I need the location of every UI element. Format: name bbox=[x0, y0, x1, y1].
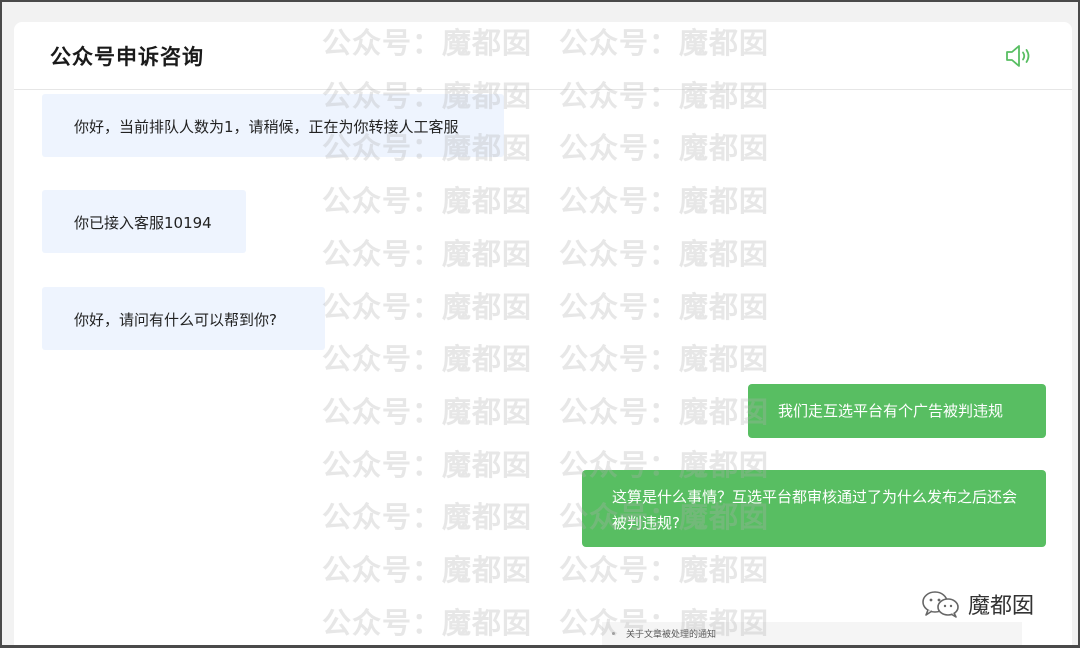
outgoing-message: 这算是什么事情？互选平台都审核通过了为什么发布之后还会被判违规? bbox=[582, 470, 1046, 547]
incoming-message: 你好，当前排队人数为1，请稍候，正在为你转接人工客服 bbox=[42, 94, 504, 157]
message-text: 你已接入客服10194 bbox=[74, 214, 212, 232]
speaker-icon[interactable] bbox=[1004, 43, 1034, 69]
notice-text: 关于文章被处理的通知 bbox=[626, 630, 717, 640]
message-text: 你好，当前排队人数为1，请稍候，正在为你转接人工客服 bbox=[74, 118, 459, 136]
outgoing-message: 我们走互选平台有个广告被判违规 bbox=[748, 384, 1046, 438]
page-title: 公众号申诉咨询 bbox=[50, 45, 204, 69]
chat-header: 公众号申诉咨询 bbox=[14, 22, 1072, 90]
brand-name: 魔都囡 bbox=[968, 594, 1035, 619]
screenshot-frame: 公众号申诉咨询 你好，当前排队人数为1，请稍候，正在为你转接人工客服 你已接入客… bbox=[0, 0, 1080, 648]
brand-watermark: 魔都囡 bbox=[920, 588, 1034, 620]
bullet-dot bbox=[612, 632, 615, 635]
incoming-message: 你已接入客服10194 bbox=[42, 190, 246, 253]
message-text: 这算是什么事情？互选平台都审核通过了为什么发布之后还会被判违规? bbox=[612, 488, 1018, 532]
message-text: 我们走互选平台有个广告被判违规 bbox=[778, 402, 1004, 420]
incoming-message: 你好，请问有什么可以帮到你? bbox=[42, 287, 325, 350]
chat-window: 公众号申诉咨询 你好，当前排队人数为1，请稍候，正在为你转接人工客服 你已接入客… bbox=[14, 22, 1072, 645]
message-text: 你好，请问有什么可以帮到你? bbox=[74, 311, 277, 329]
wechat-icon bbox=[920, 589, 962, 619]
notice-bar[interactable]: 关于文章被处理的通知 bbox=[602, 622, 1022, 645]
